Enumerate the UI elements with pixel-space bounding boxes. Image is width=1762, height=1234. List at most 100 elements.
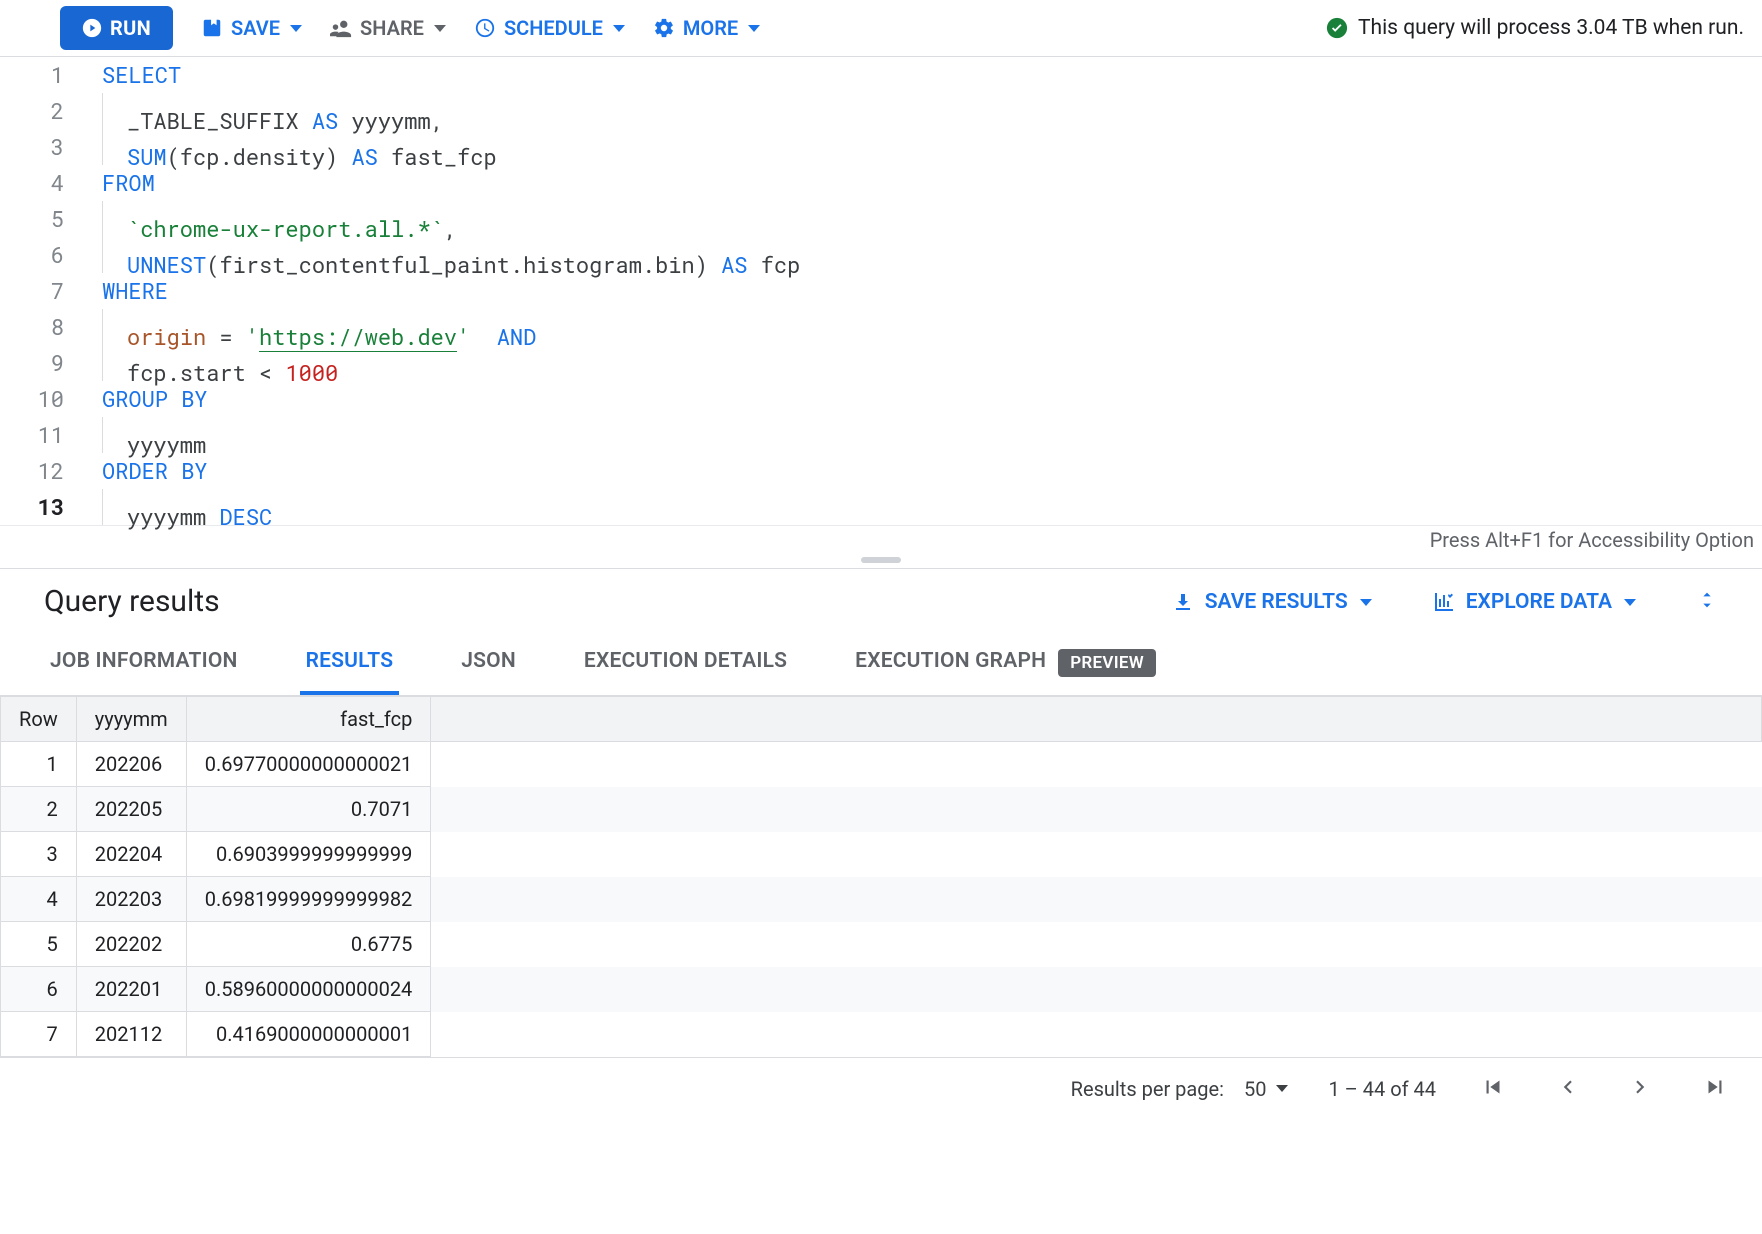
cell-yyyymm: 202205 (76, 787, 186, 832)
results-title: Query results (44, 587, 220, 617)
run-button[interactable]: RUN (60, 6, 173, 50)
expand-collapse-button[interactable] (1696, 589, 1718, 616)
column-header[interactable]: yyyymm (76, 697, 186, 742)
share-icon (330, 17, 352, 39)
more-label: MORE (683, 16, 738, 40)
code-text: `chrome-ux-report.all.*`, (78, 201, 457, 237)
caret-down-icon (290, 25, 302, 32)
validator-text: This query will process 3.04 TB when run… (1358, 16, 1744, 40)
line-number: 8 (0, 309, 78, 345)
page-range: 1 – 44 of 44 (1328, 1077, 1436, 1101)
save-icon (201, 17, 223, 39)
tab-results[interactable]: RESULTS (300, 631, 400, 695)
save-results-button[interactable]: SAVE RESULTS (1171, 590, 1372, 614)
code-text: SELECT (78, 57, 181, 93)
code-line[interactable]: 3SUM(fcp.density) AS fast_fcp (0, 129, 1762, 165)
first-page-button[interactable] (1476, 1070, 1510, 1107)
table-row[interactable]: 12022060.69770000000000021 (1, 742, 1762, 787)
next-page-button[interactable] (1624, 1070, 1658, 1107)
cell-fast-fcp: 0.7071 (186, 787, 431, 832)
prev-page-button[interactable] (1550, 1070, 1584, 1107)
share-label: SHARE (360, 16, 424, 40)
code-line[interactable]: 9fcp.start < 1000 (0, 345, 1762, 381)
check-circle-icon (1326, 17, 1348, 39)
expand-icon (1696, 589, 1718, 611)
column-header[interactable]: fast_fcp (186, 697, 431, 742)
code-text: fcp.start < 1000 (78, 345, 338, 381)
table-row[interactable]: 52022020.6775 (1, 922, 1762, 967)
chevron-left-icon (1554, 1074, 1580, 1100)
table-row[interactable]: 62022010.58960000000000024 (1, 967, 1762, 1012)
tab-json[interactable]: JSON (455, 631, 522, 695)
accessibility-hint: Press Alt+F1 for Accessibility Option (1430, 528, 1754, 552)
explore-data-label: EXPLORE DATA (1466, 590, 1612, 614)
schedule-label: SCHEDULE (504, 16, 603, 40)
download-icon (1171, 590, 1195, 614)
code-line[interactable]: 12ORDER BY (0, 453, 1762, 489)
tab-job-information[interactable]: JOB INFORMATION (44, 631, 244, 695)
line-number: 11 (0, 417, 78, 453)
code-line[interactable]: 2_TABLE_SUFFIX AS yyyymm, (0, 93, 1762, 129)
code-line[interactable]: 11yyyymm (0, 417, 1762, 453)
panel-resize-handle[interactable] (0, 554, 1762, 569)
code-text: yyyymm (78, 417, 206, 453)
cell-fast-fcp: 0.6903999999999999 (186, 832, 431, 877)
tab-execution-graph[interactable]: EXECUTION GRAPH (849, 631, 1046, 695)
table-row[interactable]: 32022040.6903999999999999 (1, 832, 1762, 877)
line-number: 7 (0, 273, 78, 309)
gear-icon (653, 17, 675, 39)
column-header[interactable]: Row (1, 697, 77, 742)
save-query-button[interactable]: SAVE (201, 16, 302, 40)
cell-yyyymm: 202202 (76, 922, 186, 967)
more-button[interactable]: MORE (653, 16, 760, 40)
code-text: SUM(fcp.density) AS fast_fcp (78, 129, 497, 165)
code-line[interactable]: 8origin = 'https://web.dev' AND (0, 309, 1762, 345)
save-results-label: SAVE RESULTS (1205, 590, 1348, 614)
line-number: 1 (0, 57, 78, 93)
code-line[interactable]: 5`chrome-ux-report.all.*`, (0, 201, 1762, 237)
code-line[interactable]: 6UNNEST(first_contentful_paint.histogram… (0, 237, 1762, 273)
code-text: UNNEST(first_contentful_paint.histogram.… (78, 237, 800, 273)
tab-execution-details[interactable]: EXECUTION DETAILS (578, 631, 793, 695)
code-text: origin = 'https://web.dev' AND (78, 309, 536, 345)
line-number: 13 (0, 489, 78, 525)
first-page-icon (1480, 1074, 1506, 1100)
share-button[interactable]: SHARE (330, 16, 446, 40)
cell-yyyymm: 202204 (76, 832, 186, 877)
cell-row: 1 (1, 742, 77, 787)
cell-fast-fcp: 0.6775 (186, 922, 431, 967)
code-text: _TABLE_SUFFIX AS yyyymm, (78, 93, 444, 129)
results-tabs: JOB INFORMATION RESULTS JSON EXECUTION D… (0, 631, 1762, 696)
cell-yyyymm: 202203 (76, 877, 186, 922)
line-number: 9 (0, 345, 78, 381)
code-text: FROM (78, 165, 155, 201)
rows-per-page-select[interactable]: 50 (1244, 1077, 1288, 1101)
code-line[interactable]: 13yyyymm DESC (0, 489, 1762, 525)
caret-down-icon (434, 25, 446, 32)
cell-row: 5 (1, 922, 77, 967)
table-row[interactable]: 22022050.7071 (1, 787, 1762, 832)
schedule-button[interactable]: SCHEDULE (474, 16, 625, 40)
table-row[interactable]: 42022030.69819999999999982 (1, 877, 1762, 922)
column-header-filler (431, 697, 1762, 742)
results-paginator: Results per page: 50 1 – 44 of 44 (0, 1057, 1762, 1119)
code-text: GROUP BY (78, 381, 208, 417)
code-text: ORDER BY (78, 453, 208, 489)
line-number: 3 (0, 129, 78, 165)
save-label: SAVE (231, 16, 280, 40)
code-line[interactable]: 1SELECT (0, 57, 1762, 93)
query-action-bar: RUN SAVE SHARE SCHEDULE MORE This query … (0, 0, 1762, 57)
caret-down-icon (1624, 599, 1636, 606)
table-row[interactable]: 72021120.4169000000000001 (1, 1012, 1762, 1057)
clock-icon (474, 17, 496, 39)
rows-per-page-value: 50 (1244, 1077, 1266, 1101)
line-number: 10 (0, 381, 78, 417)
code-text: yyyymm DESC (78, 489, 272, 525)
caret-down-icon (748, 25, 760, 32)
sql-editor[interactable]: 1SELECT2_TABLE_SUFFIX AS yyyymm,3SUM(fcp… (0, 57, 1762, 525)
cell-row: 4 (1, 877, 77, 922)
last-page-button[interactable] (1698, 1070, 1732, 1107)
cell-yyyymm: 202112 (76, 1012, 186, 1057)
explore-data-button[interactable]: EXPLORE DATA (1432, 590, 1636, 614)
last-page-icon (1702, 1074, 1728, 1100)
